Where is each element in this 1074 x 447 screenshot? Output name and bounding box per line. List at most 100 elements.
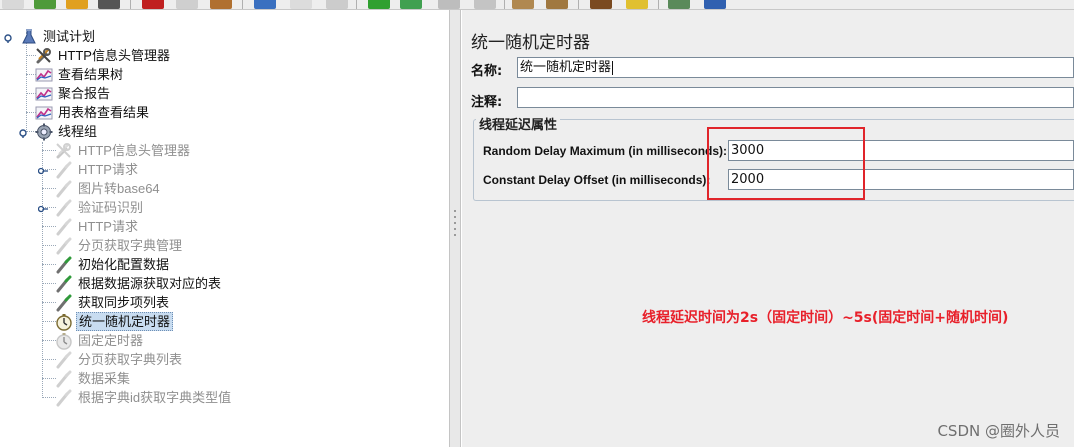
stop-icon[interactable] [438,0,460,9]
tree-node-label: 线程组 [58,124,98,139]
help-icon[interactable] [704,0,726,9]
timer-clock-icon [55,313,73,331]
highlight-annotation-box [707,127,865,200]
tree-node-label: 数据采集 [78,371,131,386]
test-plan-flask-icon [20,28,38,46]
tree-node[interactable]: 获取同步项列表 [55,293,171,312]
comment-label: 注释: [471,95,503,110]
tree-node[interactable]: 根据数据源获取对应的表 [55,274,223,293]
uniform-random-timer-panel: 统一随机定时器 名称: 统一随机定时器 注释: 线程延迟属性 Random De… [462,10,1074,447]
sampler-pipette-icon [55,237,73,255]
tree-node-label: 固定定时器 [78,333,144,348]
toolbar [0,0,1074,10]
tree-node[interactable]: 用表格查看结果 [35,103,151,122]
tree-node[interactable]: 测试计划 [20,27,97,46]
tree-node-label: 分页获取字典列表 [78,352,183,367]
shutdown-icon[interactable] [474,0,496,9]
tree-node[interactable]: 初始化配置数据 [55,255,171,274]
search-icon[interactable] [590,0,612,9]
wrench-icon [35,47,53,65]
tree-node-label: 根据数据源获取对应的表 [78,276,222,291]
cut-icon[interactable] [142,0,164,9]
tree-node-label: 分页获取字典管理 [78,238,183,253]
tree-expand-toggle-icon[interactable] [37,202,48,213]
tree-node[interactable]: 根据字典id获取字典类型值 [55,388,233,407]
tree-node-label: 获取同步项列表 [78,295,170,310]
sampler-pipette-icon [55,161,73,179]
tree-node-label: 图片转base64 [78,181,160,196]
tree-node-label: 初始化配置数据 [78,257,170,272]
tree-node[interactable]: 聚合报告 [35,84,112,103]
tree-collapse-toggle-icon[interactable] [3,31,13,43]
save-icon[interactable] [98,0,120,9]
sampler-pipette-icon [55,294,73,312]
gear-icon [35,123,53,141]
tree-node-label: HTTP请求 [78,219,138,234]
name-field-value: 统一随机定时器 [520,60,612,75]
tree-node[interactable]: HTTP请求 [55,160,140,179]
expand-icon[interactable] [254,0,276,9]
open-icon[interactable] [66,0,88,9]
paste-icon[interactable] [210,0,232,9]
name-label: 名称: [471,64,503,79]
constant-delay-label: Constant Delay Offset (in milliseconds): [483,173,711,187]
sampler-pipette-icon [55,389,73,407]
text-caret [612,60,614,75]
panel-title: 统一随机定时器 [471,33,590,53]
tree-node[interactable]: 固定定时器 [55,331,145,350]
name-field[interactable]: 统一随机定时器 [517,57,1074,78]
sampler-pipette-icon [55,180,73,198]
tree-node[interactable]: 查看结果树 [35,65,125,84]
tree-node[interactable]: 数据采集 [55,369,132,388]
clear-all-icon[interactable] [546,0,568,9]
start-no-pause-icon[interactable] [400,0,422,9]
sampler-pipette-icon [55,218,73,236]
tree-node-label: 统一随机定时器 [76,312,174,331]
tree-node-label: HTTP信息头管理器 [58,48,170,63]
new-icon[interactable] [2,0,24,9]
sampler-pipette-icon [55,370,73,388]
chart-listener-icon [35,66,53,84]
tree-node[interactable]: 分页获取字典列表 [55,350,184,369]
tree-node-label: 验证码识别 [78,200,144,215]
tree-node[interactable]: 验证码识别 [55,198,145,217]
tree-node-label: 聚合报告 [58,86,111,101]
templates-icon[interactable] [34,0,56,9]
function-helper-icon[interactable] [668,0,690,9]
thread-delay-properties-title: 线程延迟属性 [476,114,561,133]
reset-search-icon[interactable] [626,0,648,9]
tree-node[interactable]: HTTP信息头管理器 [55,141,192,160]
copy-icon[interactable] [176,0,198,9]
tree-node-label: 测试计划 [43,29,96,44]
random-delay-label: Random Delay Maximum (in milliseconds): [483,144,728,158]
comment-field[interactable] [517,87,1074,108]
tree-node-label: 根据字典id获取字典类型值 [78,390,232,405]
collapse-icon[interactable] [290,0,312,9]
tree-expand-toggle-icon[interactable] [37,164,48,175]
csdn-watermark: CSDN @圈外人员 [937,422,1060,440]
sampler-pipette-icon [55,256,73,274]
sampler-pipette-icon [55,199,73,217]
wrench-icon [55,142,73,160]
tree-node[interactable]: 图片转base64 [55,179,162,198]
delay-annotation-text: 线程延迟时间为2s（固定时间）~5s(固定时间+随机时间) [642,310,1009,326]
tree-node-label: 用表格查看结果 [58,105,150,120]
toggle-icon[interactable] [326,0,348,9]
chart-listener-icon [35,85,53,103]
tree-node[interactable]: HTTP信息头管理器 [35,46,172,65]
test-plan-tree[interactable]: 测试计划 HTTP信息头管理器 查看结果树 聚合报告 用表格查看结果 线程组 HTTP信息头… [0,10,449,447]
tree-node[interactable]: HTTP请求 [55,217,140,236]
tree-node-label: HTTP信息头管理器 [78,143,190,158]
start-icon[interactable] [368,0,390,9]
tree-node[interactable]: 分页获取字典管理 [55,236,184,255]
tree-node-label: HTTP请求 [78,162,138,177]
timer-clock-icon [55,332,73,350]
sampler-pipette-icon [55,275,73,293]
tree-node[interactable]: 统一随机定时器 [55,312,174,331]
sampler-pipette-icon [55,351,73,369]
split-pane-divider[interactable] [449,10,461,447]
tree-collapse-toggle-icon[interactable] [18,126,28,138]
clear-icon[interactable] [512,0,534,9]
tree-node-label: 查看结果树 [58,67,124,82]
tree-node[interactable]: 线程组 [35,122,99,141]
